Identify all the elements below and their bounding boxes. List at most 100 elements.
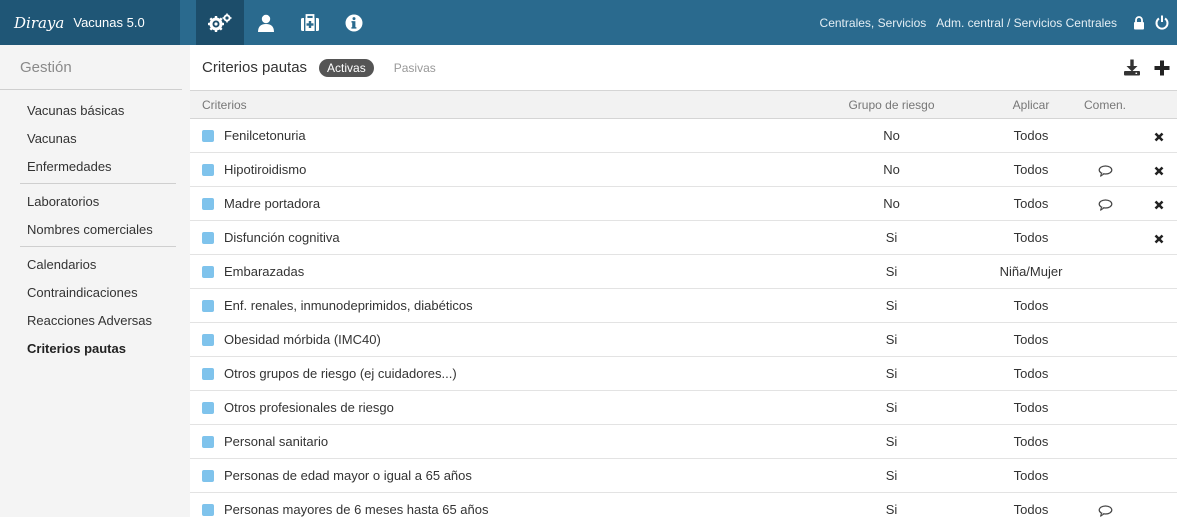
main-content: Criterios pautas Activas Pasivas Criteri… <box>190 45 1177 517</box>
medical-kit-icon[interactable] <box>288 0 332 45</box>
criterion[interactable]: Disfunción cognitiva <box>202 230 790 245</box>
unit-link[interactable]: Adm. central / Servicios Centrales <box>936 16 1117 30</box>
comment-cell <box>1069 119 1141 153</box>
table-row[interactable]: Personas de edad mayor o igual a 65 años… <box>190 459 1177 493</box>
risk-group-cell: Si <box>885 264 898 279</box>
sidebar-title: Gestión <box>0 45 182 90</box>
table-row[interactable]: Otros profesionales de riesgo Si Todos <box>190 391 1177 425</box>
delete-icon[interactable] <box>1154 166 1164 176</box>
sidebar-item-contraindicaciones[interactable]: Contraindicaciones <box>0 278 190 306</box>
criterion[interactable]: Fenilcetonuria <box>202 128 790 143</box>
apply-cell: Todos <box>1013 298 1049 313</box>
action-cell <box>1141 323 1177 357</box>
table-row[interactable]: Personal sanitario Si Todos <box>190 425 1177 459</box>
header-actions <box>1117 45 1177 90</box>
criterion[interactable]: Personal sanitario <box>202 434 790 449</box>
criterion-marker-icon <box>202 401 214 414</box>
criterion-cell: Hipotiroidismo <box>190 153 790 187</box>
criterion[interactable]: Personas de edad mayor o igual a 65 años <box>202 468 790 483</box>
table-row[interactable]: Personas mayores de 6 meses hasta 65 año… <box>190 493 1177 517</box>
criterion[interactable]: Madre portadora <box>202 196 790 211</box>
info-icon[interactable] <box>332 0 376 45</box>
criterion-marker-icon <box>202 503 214 516</box>
risk-group-cell: Si <box>885 434 898 449</box>
table-row[interactable]: Obesidad mórbida (IMC40) Si Todos <box>190 323 1177 357</box>
criterion-cell: Personas de edad mayor o igual a 65 años <box>190 459 790 493</box>
gears-icon[interactable] <box>196 0 244 45</box>
table-row[interactable]: Fenilcetonuria No Todos <box>190 119 1177 153</box>
sidebar-item-criterios-pautas[interactable]: Criterios pautas <box>0 334 190 362</box>
criteria-table: Criterios Grupo de riesgo Aplicar Comen.… <box>190 90 1177 517</box>
criterion-label: Personas mayores de 6 meses hasta 65 año… <box>224 502 489 517</box>
action-cell <box>1141 357 1177 391</box>
criterion[interactable]: Otros grupos de riesgo (ej cuidadores...… <box>202 366 790 381</box>
table-row[interactable]: Otros grupos de riesgo (ej cuidadores...… <box>190 357 1177 391</box>
apply-cell: Todos <box>1013 332 1049 347</box>
table-row[interactable]: Enf. renales, inmunodeprimidos, diabétic… <box>190 289 1177 323</box>
criterion[interactable]: Enf. renales, inmunodeprimidos, diabétic… <box>202 298 790 313</box>
center-link[interactable]: Centrales, Servicios <box>820 16 927 30</box>
delete-icon[interactable] <box>1154 200 1164 210</box>
sidebar-item-calendarios[interactable]: Calendarios <box>0 250 190 278</box>
sidebar-item-reacciones-adversas[interactable]: Reacciones Adversas <box>0 306 190 334</box>
col-comentarios[interactable]: Comen. <box>1069 91 1141 119</box>
table-header: Criterios Grupo de riesgo Aplicar Comen. <box>190 90 1177 119</box>
criterion[interactable]: Personas mayores de 6 meses hasta 65 año… <box>202 502 790 517</box>
delete-icon[interactable] <box>1154 234 1164 244</box>
criterion-cell: Madre portadora <box>190 187 790 221</box>
col-grupo-riesgo[interactable]: Grupo de riesgo <box>790 91 993 119</box>
brand[interactable]: Diraya Vacunas 5.0 <box>0 0 180 45</box>
criterion-label: Fenilcetonuria <box>224 128 306 143</box>
comment-cell <box>1069 255 1141 289</box>
risk-group-cell: Si <box>885 502 898 517</box>
lock-icon[interactable] <box>1133 15 1145 30</box>
criterion[interactable]: Embarazadas <box>202 264 790 279</box>
download-icon[interactable] <box>1117 59 1147 76</box>
table-row[interactable]: Embarazadas Si Niña/Mujer <box>190 255 1177 289</box>
risk-group-cell: Si <box>885 400 898 415</box>
comment-cell <box>1069 391 1141 425</box>
delete-icon[interactable] <box>1154 132 1164 142</box>
apply-cell: Todos <box>1013 196 1049 211</box>
plus-icon[interactable] <box>1147 60 1177 76</box>
app-title: Vacunas 5.0 <box>73 15 145 30</box>
col-aplicar[interactable]: Aplicar <box>993 91 1069 119</box>
criterion[interactable]: Hipotiroidismo <box>202 162 790 177</box>
criterion-label: Otros grupos de riesgo (ej cuidadores...… <box>224 366 457 381</box>
apply-cell: Niña/Mujer <box>999 264 1063 279</box>
comment-icon[interactable] <box>1098 198 1113 211</box>
criterion-marker-icon <box>202 197 214 210</box>
risk-group-cell: Si <box>885 332 898 347</box>
sidebar-item-enfermedades[interactable]: Enfermedades <box>0 152 190 180</box>
risk-group-cell: Si <box>885 298 898 313</box>
power-icon[interactable] <box>1155 15 1169 30</box>
action-cell <box>1141 187 1177 221</box>
sidebar-item-laboratorios[interactable]: Laboratorios <box>0 187 190 215</box>
criterion-marker-icon <box>202 435 214 448</box>
sidebar-item-vacunas[interactable]: Vacunas <box>0 124 190 152</box>
col-criterios[interactable]: Criterios <box>190 91 790 119</box>
criterion-cell: Embarazadas <box>190 255 790 289</box>
criterion-marker-icon <box>202 333 214 346</box>
sidebar-item-vacunas-basicas[interactable]: Vacunas básicas <box>0 96 190 124</box>
table-row[interactable]: Hipotiroidismo No Todos <box>190 153 1177 187</box>
criterion-label: Madre portadora <box>224 196 321 211</box>
comment-cell <box>1069 323 1141 357</box>
criterion[interactable]: Otros profesionales de riesgo <box>202 400 790 415</box>
comment-icon[interactable] <box>1098 504 1113 517</box>
criterion[interactable]: Obesidad mórbida (IMC40) <box>202 332 790 347</box>
user-icon[interactable] <box>244 0 288 45</box>
apply-cell: Todos <box>1013 366 1049 381</box>
sidebar-item-nombres-comerciales[interactable]: Nombres comerciales <box>0 215 190 243</box>
tab-activas[interactable]: Activas <box>319 58 374 77</box>
tab-pasivas[interactable]: Pasivas <box>394 61 436 75</box>
criterion-label: Embarazadas <box>224 264 305 279</box>
apply-cell: Todos <box>1013 434 1049 449</box>
criterion-label: Personal sanitario <box>224 434 329 449</box>
table-row[interactable]: Madre portadora No Todos <box>190 187 1177 221</box>
comment-icon[interactable] <box>1098 164 1113 177</box>
criterion-label: Hipotiroidismo <box>224 162 307 177</box>
risk-group-cell: No <box>883 162 900 177</box>
risk-group-cell: Si <box>885 366 898 381</box>
table-row[interactable]: Disfunción cognitiva Si Todos <box>190 221 1177 255</box>
